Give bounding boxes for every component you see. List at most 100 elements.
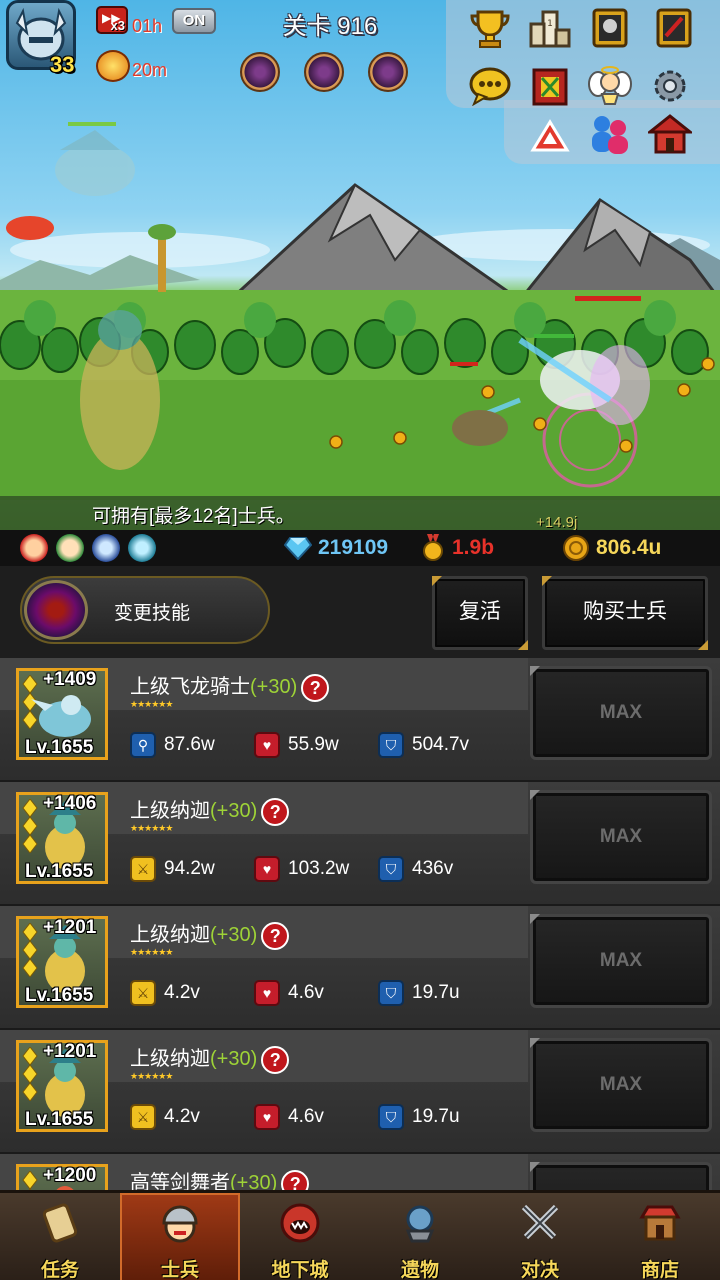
buy-soldier-button[interactable]: 购买士兵 [542,576,708,650]
help-icon[interactable]: ? [301,673,330,702]
soldier-portrait[interactable]: +1406 Lv.1655 [16,792,108,884]
auto-toggle-button[interactable]: ON [172,8,216,34]
boss-orb-icon[interactable] [368,52,408,92]
soldier-name: 上级纳迦(+30)? [130,918,290,950]
stage-label: 关卡 916 [282,13,378,40]
upgrade-max-button[interactable]: MAX [530,790,712,884]
attack-stat: ⚔ 4.2v [130,1104,200,1130]
codex-book-icon[interactable] [586,6,634,50]
trophy-icon[interactable] [466,6,514,50]
notice-text: 可拥有[最多12名]士兵。 [92,506,295,527]
quest-book-icon[interactable] [650,6,698,50]
soldier-plus-level: +1201 [43,1041,97,1062]
help-icon[interactable]: ? [261,921,290,950]
shield-icon: ⛉ [378,1104,404,1130]
sword-icon: ⚔ [130,980,156,1006]
soldier-name: 高等剑舞者(+30)? [130,1166,310,1190]
attack-stat: ⚔ 94.2w [130,856,215,882]
hero-avatar[interactable]: 33 [2,0,82,78]
diamond-counter: 219109 [284,534,388,562]
nav-soldiers-label: 士兵 [160,1260,199,1280]
soldier-row: +1201 Lv.1655 上级纳迦(+30)? ★★★★★★ ⚔ 4.2v ♥ 4… [0,1030,720,1154]
action-row: 变更技能 复活 购买士兵 [0,566,720,658]
soldier-level: Lv.1655 [25,985,94,1006]
soldier-bonus: (+30) [250,676,298,698]
speed-boost-icon[interactable]: ▶▶ x3 [96,6,128,34]
nav-duel[interactable]: 对决 [480,1193,600,1280]
nav-shop[interactable]: 商店 [600,1193,720,1280]
soldier-level: Lv.1655 [25,1109,94,1130]
guild-banner-icon[interactable] [526,64,574,108]
revive-button[interactable]: 复活 [432,576,528,650]
hp-stat: ♥ 4.6v [254,1104,324,1130]
chat-bubble-icon[interactable] [466,64,514,108]
party-members [20,534,156,562]
help-icon[interactable]: ? [261,1045,290,1074]
soldier-plus-level: +1409 [43,669,97,690]
hp-value: 103.2w [288,858,350,879]
attack-value: 94.2w [164,858,215,879]
floating-gold-gain: +14.9j [536,514,578,530]
monster-mouth-icon [276,1199,324,1247]
rating-stars: ★★★★★★ [130,948,173,958]
change-skill-button[interactable]: 变更技能 [20,576,270,644]
nav-dungeon[interactable]: 地下城 [240,1193,360,1280]
defense-stat: ⛉ 19.7u [378,980,460,1006]
hp-value: 4.6v [288,982,324,1003]
soldier-portrait[interactable]: +1201 Lv.1655 [16,1040,108,1132]
party-hero-cyan-icon[interactable] [128,534,156,562]
boss-orb-icon[interactable] [304,52,344,92]
boss-orb-icon[interactable] [240,52,280,92]
help-icon[interactable]: ? [261,797,290,826]
attack-stat: ⚲ 87.6w [130,732,215,758]
hero-level: 33 [50,52,75,77]
buff-face-icon[interactable] [96,50,130,82]
ranking-podium-icon[interactable]: 1 [526,6,574,50]
defense-stat: ⛉ 19.7u [378,1104,460,1130]
soldier-level: Lv.1655 [25,861,94,882]
help-icon[interactable]: ? [281,1169,310,1190]
soldier-name: 上级纳迦(+30)? [130,1042,290,1074]
nav-duel-label: 对决 [520,1260,559,1280]
soldier-bonus: (+30) [230,1172,278,1190]
party-hero-blue-icon[interactable] [92,534,120,562]
house-icon[interactable] [646,112,694,156]
medal-icon [423,534,443,561]
soldier-portrait[interactable]: +1409 Lv.1655 [16,668,108,760]
rating-stars: ★★★★★★ [130,1072,173,1082]
alert-triangle-icon[interactable] [526,114,574,158]
upgrade-max-button[interactable]: MAX [530,914,712,1008]
angel-icon[interactable] [586,64,634,108]
soldier-row: +1409 Lv.1655 上级飞龙骑士(+30)? ★★★★★★ ⚲ 87.6w… [0,658,720,782]
rating-stars: ★★★★★★ [130,700,173,710]
friends-icon[interactable] [586,112,634,156]
party-hero-green-icon[interactable] [56,534,84,562]
attack-stat: ⚔ 4.2v [130,980,200,1006]
attack-value: 87.6w [164,734,215,755]
soldier-portrait[interactable]: +1201 Lv.1655 [16,916,108,1008]
shield-icon: ⛉ [378,980,404,1006]
nav-quests[interactable]: 任务 [0,1193,120,1280]
change-skill-label: 变更技能 [114,603,191,624]
attack-value: 4.2v [164,1106,200,1127]
upgrade-max-button[interactable]: MAX [530,1038,712,1132]
shop-stall-icon [636,1199,684,1247]
resource-bar: 219109 1.9b 806.4u [0,530,720,566]
soldier-list[interactable]: +1409 Lv.1655 上级飞龙骑士(+30)? ★★★★★★ ⚲ 87.6w… [0,658,720,1190]
nav-soldiers[interactable]: 士兵 [120,1193,240,1280]
hp-stat: ♥ 103.2w [254,856,349,882]
battle-scene[interactable]: 33 ▶▶ x3 01h ON 20m 关卡 916 1 可拥有[最多12名]士… [0,0,720,530]
hp-stat: ♥ 4.6v [254,980,324,1006]
shield-icon: ⛉ [378,856,404,882]
party-hero-red-icon[interactable] [20,534,48,562]
crossed-swords-icon [516,1199,564,1247]
soldier-portrait[interactable]: +1200 [16,1164,108,1190]
soldier-row: +1201 Lv.1655 上级纳迦(+30)? ★★★★★★ ⚔ 4.2v ♥ 4… [0,906,720,1030]
defense-stat: ⛉ 436v [378,856,453,882]
settings-gear-icon[interactable] [646,64,694,108]
hp-stat: ♥ 55.9w [254,732,339,758]
upgrade-max-button[interactable]: MAX [530,666,712,760]
defense-value: 436v [412,858,454,879]
upgrade-max-button[interactable] [530,1162,712,1190]
nav-relics[interactable]: 遗物 [360,1193,480,1280]
